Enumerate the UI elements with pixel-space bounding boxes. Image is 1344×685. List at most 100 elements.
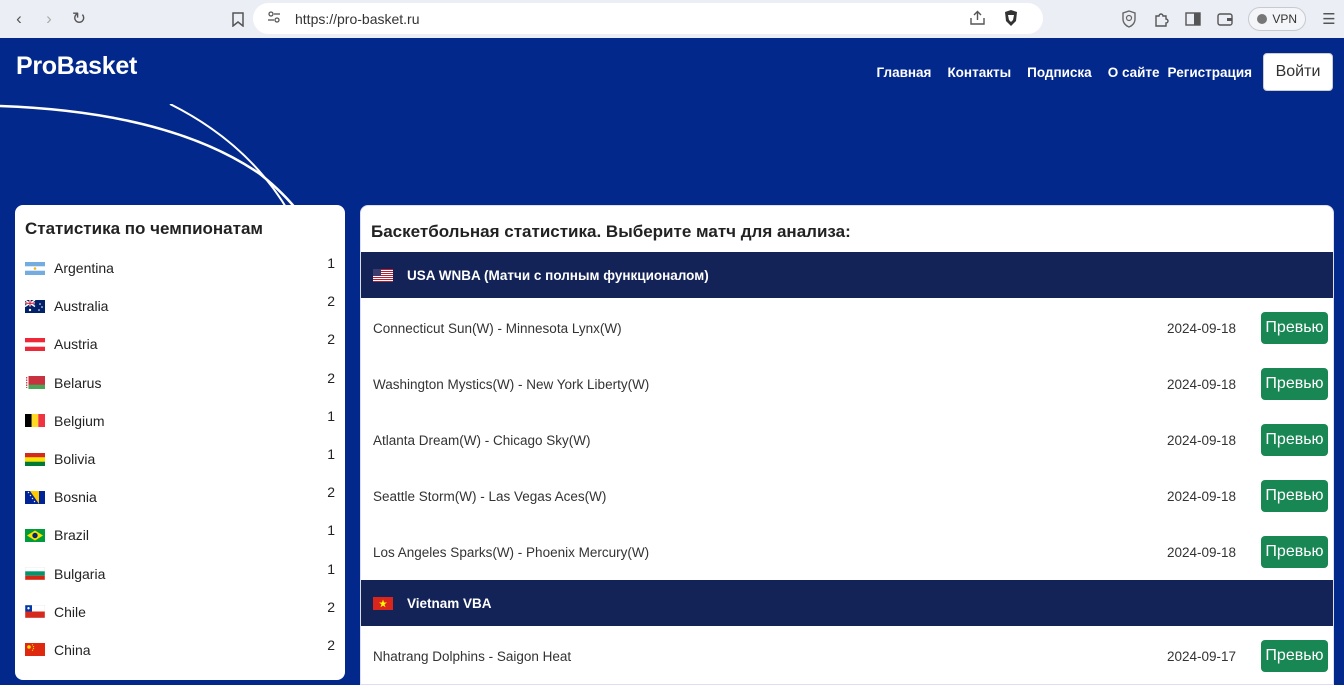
country-count: 1 [327, 560, 335, 577]
country-count: 2 [327, 484, 335, 501]
bosnia-flag-icon [25, 490, 45, 504]
country-count: 2 [327, 369, 335, 386]
country-count: 2 [327, 598, 335, 615]
preview-button[interactable]: Превью [1261, 312, 1328, 344]
match-teams[interactable]: Connecticut Sun(W) - Minnesota Lynx(W) [373, 321, 1167, 336]
reload-icon[interactable]: ↻ [68, 8, 90, 30]
bulgaria-flag-icon [25, 567, 45, 581]
match-teams[interactable]: Nhatrang Dolphins - Saigon Heat [373, 649, 1167, 664]
australia-flag-icon [25, 299, 45, 313]
country-name: Belgium [54, 412, 105, 429]
country-count: 1 [327, 255, 335, 272]
nav-register[interactable]: Регистрация [1168, 65, 1252, 80]
country-name: China [54, 641, 91, 658]
brazil-flag-icon [25, 528, 45, 542]
nav-subscription[interactable]: Подписка [1027, 65, 1092, 80]
back-icon[interactable]: ‹ [8, 8, 30, 30]
country-name: Bolivia [54, 451, 96, 468]
vietnam-flag-icon [373, 596, 393, 610]
argentina-flag-icon [25, 261, 45, 275]
bolivia-flag-icon [25, 452, 45, 466]
match-row[interactable]: Washington Mystics(W) - New York Liberty… [361, 356, 1333, 412]
menu-icon[interactable]: ☰ [1320, 10, 1338, 28]
match-date: 2024-09-18 [1167, 320, 1237, 336]
share-icon[interactable] [969, 10, 986, 31]
rewards-icon[interactable] [1120, 10, 1138, 28]
match-date: 2024-09-18 [1167, 376, 1237, 392]
belarus-flag-icon [25, 376, 45, 390]
vpn-label: VPN [1272, 12, 1297, 26]
chile-flag-icon [25, 605, 45, 619]
vpn-status-icon [1257, 14, 1268, 24]
country-name: Austria [54, 336, 98, 353]
country-count: 1 [327, 446, 335, 463]
country-name: Bulgaria [54, 565, 106, 582]
country-item-bolivia[interactable]: Bolivia 1 [25, 440, 335, 478]
page-title: Баскетбольная статистика. Выберите матч … [371, 222, 851, 241]
country-name: Chile [54, 603, 86, 620]
country-name: Argentina [54, 260, 114, 277]
austria-flag-icon [25, 337, 45, 351]
main-nav: Главная Контакты Подписка О сайте Регист… [877, 65, 1252, 80]
belgium-flag-icon [25, 414, 45, 428]
league-name: Vietnam VBA [407, 595, 492, 611]
nav-contacts[interactable]: Контакты [947, 65, 1011, 80]
match-teams[interactable]: Los Angeles Sparks(W) - Phoenix Mercury(… [373, 545, 1167, 560]
nav-about[interactable]: О сайте [1108, 65, 1160, 80]
match-date: 2024-09-18 [1167, 432, 1237, 448]
match-teams[interactable]: Atlanta Dream(W) - Chicago Sky(W) [373, 433, 1167, 448]
country-name: Australia [54, 298, 109, 315]
nav-home[interactable]: Главная [877, 65, 932, 80]
preview-button[interactable]: Превью [1261, 480, 1328, 512]
country-count: 2 [327, 331, 335, 348]
country-item-bosnia[interactable]: Bosnia 2 [25, 478, 335, 516]
site-logo[interactable]: ProBasket [16, 52, 137, 81]
site-header: ProBasket Главная Контакты Подписка О са… [0, 38, 1344, 104]
match-row[interactable]: Connecticut Sun(W) - Minnesota Lynx(W) 2… [361, 300, 1333, 356]
match-date: 2024-09-18 [1167, 544, 1237, 560]
country-item-australia[interactable]: Australia 2 [25, 287, 335, 325]
country-name: Bosnia [54, 489, 97, 506]
country-item-china[interactable]: China 2 [25, 631, 335, 669]
match-date: 2024-09-18 [1167, 488, 1237, 504]
preview-button[interactable]: Превью [1261, 640, 1328, 672]
match-row[interactable]: Atlanta Dream(W) - Chicago Sky(W) 2024-0… [361, 412, 1333, 468]
league-name: USA WNBA (Матчи с полным функционалом) [407, 267, 709, 283]
country-count: 2 [327, 293, 335, 310]
vpn-button[interactable]: VPN [1248, 7, 1306, 31]
site-settings-icon[interactable] [267, 10, 281, 28]
match-row[interactable]: Nhatrang Dolphins - Saigon Heat 2024-09-… [361, 628, 1333, 684]
bookmark-icon[interactable] [227, 8, 249, 30]
match-row[interactable]: Los Angeles Sparks(W) - Phoenix Mercury(… [361, 524, 1333, 580]
country-item-belarus[interactable]: Belarus 2 [25, 364, 335, 402]
match-teams[interactable]: Seattle Storm(W) - Las Vegas Aces(W) [373, 489, 1167, 504]
country-name: Brazil [54, 527, 90, 544]
preview-button[interactable]: Превью [1261, 536, 1328, 568]
sidebar-toggle-icon[interactable] [1184, 10, 1202, 28]
wallet-icon[interactable] [1216, 10, 1234, 28]
matches-panel: Баскетбольная статистика. Выберите матч … [360, 205, 1334, 685]
brave-shield-icon[interactable] [1003, 9, 1019, 32]
country-item-chile[interactable]: Chile 2 [25, 593, 335, 631]
league-header-usa-wnba[interactable]: USA WNBA (Матчи с полным функционалом) [361, 252, 1333, 298]
country-list: Argentina 1 Australia 2 Austria 2 Belaru… [25, 249, 335, 669]
extensions-icon[interactable] [1152, 10, 1170, 28]
china-flag-icon [25, 643, 45, 657]
country-item-belgium[interactable]: Belgium 1 [25, 402, 335, 440]
browser-toolbar: ‹ › ↻ https://pro-basket.ru VPN ☰ [0, 0, 1344, 38]
forward-icon[interactable]: › [38, 8, 60, 30]
address-bar[interactable]: https://pro-basket.ru [253, 3, 1043, 34]
match-teams[interactable]: Washington Mystics(W) - New York Liberty… [373, 377, 1167, 392]
country-item-argentina[interactable]: Argentina 1 [25, 249, 335, 287]
usa-flag-icon [373, 268, 393, 282]
league-header-vietnam-vba[interactable]: Vietnam VBA [361, 580, 1333, 626]
match-row[interactable]: Seattle Storm(W) - Las Vegas Aces(W) 202… [361, 468, 1333, 524]
preview-button[interactable]: Превью [1261, 368, 1328, 400]
url-text: https://pro-basket.ru [295, 10, 420, 27]
country-item-bulgaria[interactable]: Bulgaria 1 [25, 555, 335, 593]
country-item-brazil[interactable]: Brazil 1 [25, 516, 335, 554]
country-item-austria[interactable]: Austria 2 [25, 325, 335, 363]
country-count: 1 [327, 522, 335, 539]
preview-button[interactable]: Превью [1261, 424, 1328, 456]
login-button[interactable]: Войти [1263, 53, 1333, 91]
